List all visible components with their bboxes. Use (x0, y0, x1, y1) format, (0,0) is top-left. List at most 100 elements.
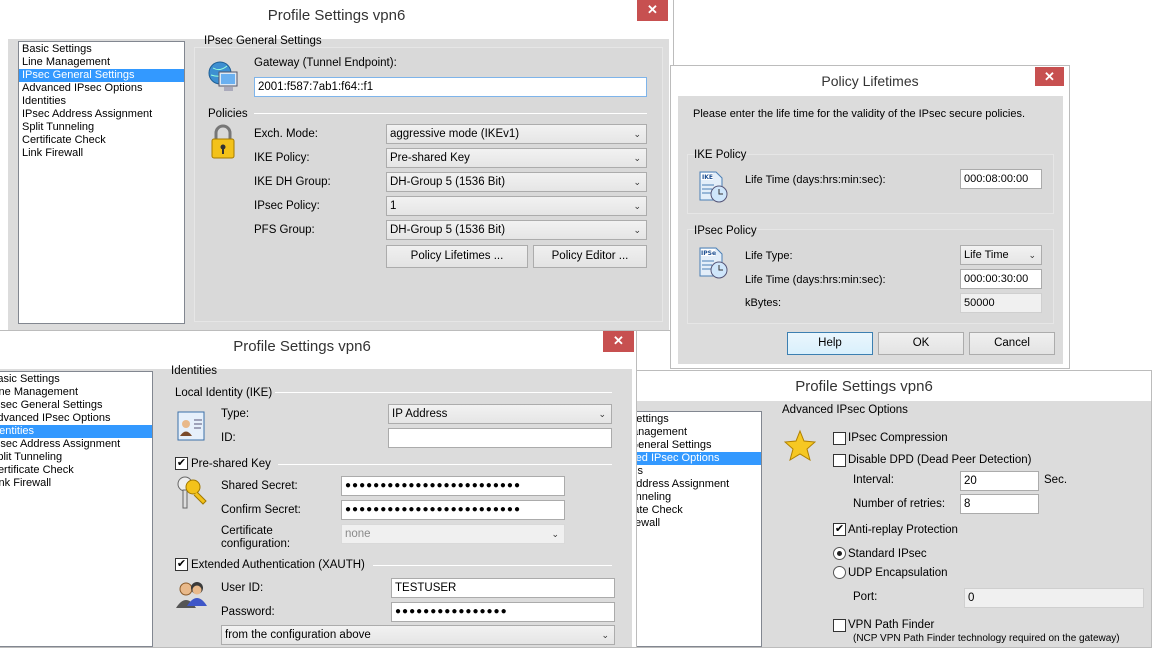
ipsec-lifetime-label: Life Time (days:hrs:min:sec): (745, 274, 886, 286)
standard-ipsec-label: Standard IPsec (848, 548, 927, 560)
ipsec-compression-checkbox[interactable] (833, 432, 846, 445)
ipsec-compression-label: IPsec Compression (848, 432, 948, 444)
ike-dh-group-select[interactable]: DH-Group 5 (1536 Bit) ⌄ (386, 172, 647, 192)
confirm-secret-input[interactable]: ●●●●●●●●●●●●●●●●●●●●●●●●● (341, 500, 565, 520)
kbytes-input[interactable]: 50000 (960, 293, 1042, 313)
policy-lifetimes-button[interactable]: Policy Lifetimes ... (386, 245, 528, 268)
password-label: Password: (221, 606, 275, 618)
password-input[interactable]: ●●●●●●●●●●●●●●●● (391, 602, 615, 622)
chevron-down-icon: ⌄ (601, 630, 609, 640)
nav-split-tunneling[interactable]: Split Tunneling (0, 451, 152, 464)
close-button[interactable]: ✕ (1035, 67, 1064, 86)
shared-secret-input[interactable]: ●●●●●●●●●●●●●●●●●●●●●●●●● (341, 476, 565, 496)
chevron-down-icon: ⌄ (551, 529, 559, 539)
id-card-icon (177, 411, 205, 441)
credential-source-select[interactable]: from the configuration above ⌄ (221, 625, 615, 645)
section-title: Identities (171, 365, 218, 377)
chevron-down-icon: ⌄ (633, 225, 641, 235)
ike-icon-text: IKE (702, 174, 713, 181)
nav-certificate-check[interactable]: Certificate Check (19, 134, 184, 147)
section-title: Advanced IPsec Options (782, 404, 908, 416)
interval-label: Interval: (853, 474, 894, 486)
disable-dpd-checkbox[interactable] (833, 454, 846, 467)
nav-split-tunneling[interactable]: Split Tunneling (19, 121, 184, 134)
xauth-checkbox[interactable]: ✔ (175, 558, 188, 571)
nav-link-firewall[interactable]: Link Firewall (0, 477, 152, 490)
port-input[interactable]: 0 (964, 588, 1144, 608)
ipsec-policy-label: IPsec Policy: (254, 200, 320, 212)
pre-shared-key-label: Pre-shared Key (191, 458, 271, 470)
ipsec-policy-clock-icon: IPSe (699, 247, 728, 279)
ipsec-policy-value: 1 (390, 200, 397, 212)
ok-button[interactable]: OK (878, 332, 964, 355)
vpn-path-finder-label: VPN Path Finder (848, 619, 935, 631)
users-icon (176, 582, 207, 608)
anti-replay-checkbox[interactable]: ✔ (833, 523, 846, 536)
life-type-select[interactable]: Life Time ⌄ (960, 245, 1042, 265)
settings-nav-list[interactable]: Basic Settings Line Management IPsec Gen… (0, 371, 153, 647)
nav-ipsec-address-assignment[interactable]: IPsec Address Assignment (0, 438, 152, 451)
ike-dh-group-label: IKE DH Group: (254, 176, 331, 188)
vpn-path-finder-checkbox[interactable] (833, 619, 846, 632)
confirm-secret-label: Confirm Secret: (221, 504, 301, 516)
gateway-input[interactable]: 2001:f587:7ab1:f64::f1 (254, 77, 647, 97)
udp-encapsulation-radio[interactable] (833, 566, 846, 579)
ipsec-policy-select[interactable]: 1 ⌄ (386, 196, 647, 216)
interval-input[interactable]: 20 (960, 471, 1039, 491)
ike-lifetime-label: Life Time (days:hrs:min:sec): (745, 174, 886, 186)
interval-unit: Sec. (1044, 474, 1068, 486)
chevron-down-icon: ⌄ (633, 201, 641, 211)
nav-line-management[interactable]: Line Management (0, 386, 152, 399)
life-type-label: Life Type: (745, 250, 793, 262)
nav-link-firewall[interactable]: Link Firewall (19, 147, 184, 160)
retries-input[interactable]: 8 (960, 494, 1039, 514)
nav-basic-settings[interactable]: Basic Settings (19, 43, 184, 56)
section-title: IPsec General Settings (204, 35, 322, 47)
pfs-group-select[interactable]: DH-Group 5 (1536 Bit) ⌄ (386, 220, 647, 240)
nav-identities[interactable]: Identities (19, 95, 184, 108)
settings-nav-list[interactable]: Basic Settings Line Management IPsec Gen… (18, 41, 185, 324)
help-button[interactable]: Help (787, 332, 873, 355)
close-button[interactable]: ✕ (603, 331, 634, 352)
policy-lifetimes-dialog: Policy Lifetimes ✕ Please enter the life… (670, 65, 1070, 369)
nav-ipsec-general-settings[interactable]: IPsec General Settings (19, 69, 184, 82)
exch-mode-select[interactable]: aggressive mode (IKEv1) ⌄ (386, 124, 647, 144)
chevron-down-icon: ⌄ (633, 153, 641, 163)
nav-advanced-ipsec-options[interactable]: Advanced IPsec Options (19, 82, 184, 95)
identity-type-select[interactable]: IP Address ⌄ (388, 404, 612, 424)
divider (275, 392, 612, 393)
certificate-config-value: none (345, 528, 371, 540)
nav-identities[interactable]: Identities (0, 425, 152, 438)
profile-settings-advanced-window: Profile Settings vpn6 Basic Settings Lin… (576, 370, 1152, 648)
nav-basic-settings[interactable]: Basic Settings (0, 373, 152, 386)
nav-ipsec-address-assignment[interactable]: IPsec Address Assignment (19, 108, 184, 121)
nav-certificate-check[interactable]: Certificate Check (0, 464, 152, 477)
exch-mode-value: aggressive mode (IKEv1) (390, 128, 520, 140)
user-id-input[interactable]: TESTUSER (391, 578, 615, 598)
nav-line-management[interactable]: Line Management (19, 56, 184, 69)
gateway-label: Gateway (Tunnel Endpoint): (254, 57, 397, 69)
ike-policy-select[interactable]: Pre-shared Key ⌄ (386, 148, 647, 168)
id-input[interactable] (388, 428, 612, 448)
certificate-config-select[interactable]: none ⌄ (341, 524, 565, 544)
pre-shared-key-checkbox[interactable]: ✔ (175, 457, 188, 470)
nav-advanced-ipsec-options[interactable]: Advanced IPsec Options (0, 412, 152, 425)
star-icon (784, 429, 816, 461)
standard-ipsec-radio[interactable] (833, 547, 846, 560)
window-title: Profile Settings vpn6 (233, 338, 371, 355)
xauth-label: Extended Authentication (XAUTH) (191, 559, 365, 571)
type-label: Type: (221, 408, 250, 420)
anti-replay-label: Anti-replay Protection (848, 524, 958, 536)
identity-type-value: IP Address (392, 408, 448, 420)
retries-label: Number of retries: (853, 498, 946, 510)
nav-ipsec-general-settings[interactable]: IPsec General Settings (0, 399, 152, 412)
cancel-button[interactable]: Cancel (969, 332, 1055, 355)
ike-policy-value: Pre-shared Key (390, 152, 470, 164)
shared-secret-label: Shared Secret: (221, 480, 298, 492)
pfs-group-label: PFS Group: (254, 224, 315, 236)
user-id-label: User ID: (221, 582, 264, 594)
ipsec-lifetime-input[interactable]: 000:00:30:00 (960, 269, 1042, 289)
close-button[interactable]: ✕ (637, 0, 668, 21)
policy-editor-button[interactable]: Policy Editor ... (533, 245, 647, 268)
ike-lifetime-input[interactable]: 000:08:00:00 (960, 169, 1042, 189)
